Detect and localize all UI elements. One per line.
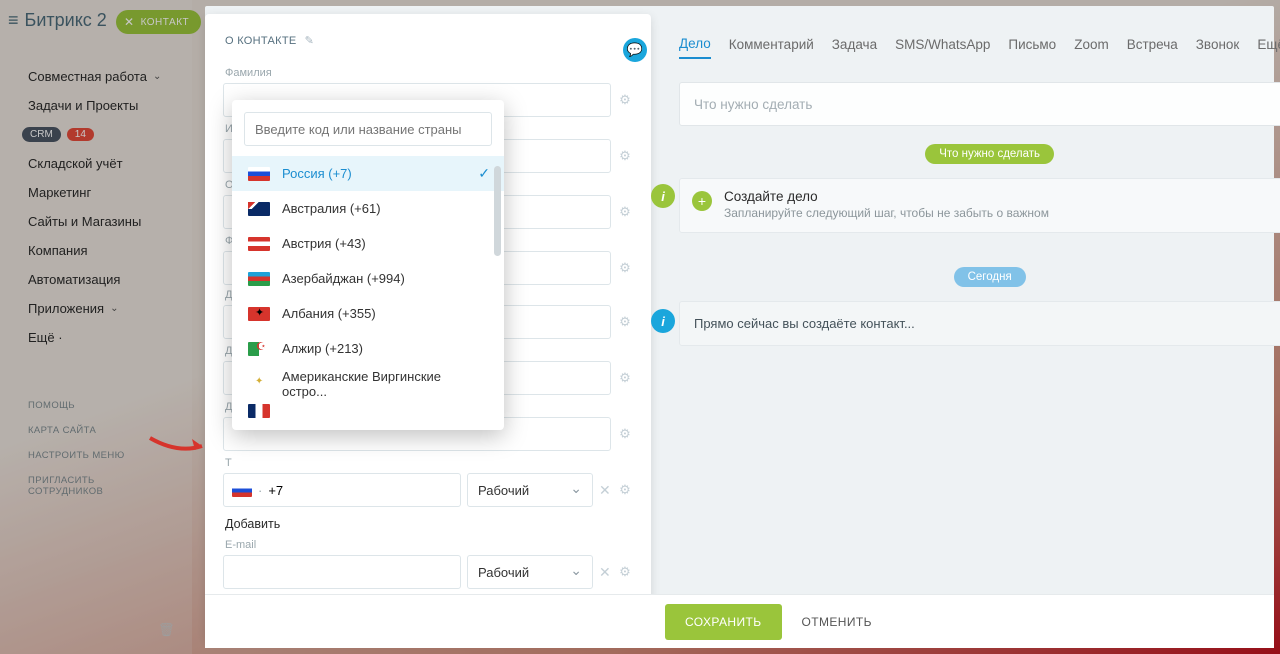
country-search-input[interactable] bbox=[244, 112, 492, 146]
phone-input[interactable] bbox=[268, 483, 452, 498]
country-item[interactable] bbox=[232, 401, 504, 423]
chip-today: Сегодня bbox=[954, 267, 1026, 287]
phone-type-select[interactable]: Рабочий bbox=[467, 473, 593, 507]
field-settings-icon[interactable]: ⚙ bbox=[617, 148, 633, 164]
check-icon: ✓ bbox=[478, 165, 490, 182]
timeline-tab[interactable]: Дело bbox=[679, 36, 711, 59]
timeline-tab-more[interactable]: Ещё⌄ bbox=[1257, 36, 1280, 58]
flag-icon bbox=[248, 307, 270, 321]
field-settings-icon[interactable]: ⚙ bbox=[617, 370, 633, 386]
field-settings-icon[interactable]: ⚙ bbox=[617, 426, 633, 442]
info-icon: i bbox=[651, 184, 675, 208]
field-settings-icon[interactable]: ⚙ bbox=[617, 314, 633, 330]
field-settings-icon[interactable]: ⚙ bbox=[617, 92, 633, 108]
timeline-panel: 💬 ДелоКомментарийЗадачаSMS/WhatsAppПисьм… bbox=[651, 6, 1280, 648]
country-dropdown: Россия (+7)✓Австралия (+61)Австрия (+43)… bbox=[232, 100, 504, 430]
field-settings-icon[interactable]: ⚙ bbox=[617, 204, 633, 220]
country-item[interactable]: Азербайджан (+994) bbox=[232, 261, 504, 296]
field-settings-icon[interactable]: ⚙ bbox=[617, 564, 633, 580]
flag-icon bbox=[248, 377, 270, 391]
country-item[interactable]: Россия (+7)✓ bbox=[232, 156, 504, 191]
email-input[interactable] bbox=[223, 555, 461, 589]
chip-todo: Что нужно сделать bbox=[925, 144, 1054, 164]
speech-bubble-icon[interactable]: 💬 bbox=[623, 38, 647, 62]
field-settings-icon[interactable]: ⚙ bbox=[617, 482, 633, 498]
country-item[interactable]: Австрия (+43) bbox=[232, 226, 504, 261]
flag-icon bbox=[248, 167, 270, 181]
label-lastname: Фамилия bbox=[225, 67, 633, 79]
phone-flag-icon[interactable] bbox=[232, 484, 252, 497]
now-card: Прямо сейчас вы создаёте контакт... bbox=[679, 301, 1280, 346]
remove-email-icon[interactable]: ✕ bbox=[599, 564, 611, 581]
country-item[interactable]: Австралия (+61) bbox=[232, 191, 504, 226]
flag-icon bbox=[248, 404, 270, 418]
remove-phone-icon[interactable]: ✕ bbox=[599, 482, 611, 499]
phone-input-wrap: · bbox=[223, 473, 461, 507]
timeline-tab[interactable]: Комментарий bbox=[729, 37, 814, 58]
edit-section-icon[interactable]: ✎ bbox=[305, 34, 315, 47]
country-item[interactable]: Американские Виргинские остро... bbox=[232, 366, 504, 401]
flag-icon bbox=[248, 342, 270, 356]
add-phone-link[interactable]: Добавить bbox=[225, 517, 633, 531]
timeline-tab[interactable]: Задача bbox=[832, 37, 877, 58]
timeline-tab[interactable]: Звонок bbox=[1196, 37, 1240, 58]
info-icon: i bbox=[651, 309, 675, 333]
phone-separator: · bbox=[258, 483, 262, 498]
country-item[interactable]: Алжир (+213) bbox=[232, 331, 504, 366]
create-task-card[interactable]: + Создайте дело Запланируйте следующий ш… bbox=[679, 178, 1280, 233]
flag-icon bbox=[248, 272, 270, 286]
timeline-tab[interactable]: Письмо bbox=[1008, 37, 1056, 58]
flag-icon bbox=[248, 237, 270, 251]
footer-bar: СОХРАНИТЬ ОТМЕНИТЬ bbox=[205, 594, 1274, 648]
scrollbar[interactable] bbox=[494, 166, 501, 256]
section-title: О КОНТАКТЕ bbox=[225, 35, 297, 47]
arrow-annotation bbox=[148, 432, 208, 460]
field-settings-icon[interactable]: ⚙ bbox=[617, 260, 633, 276]
task-subtitle: Запланируйте следующий шаг, чтобы не заб… bbox=[724, 206, 1280, 220]
timeline-tab[interactable]: Встреча bbox=[1127, 37, 1178, 58]
task-title: Создайте дело bbox=[724, 189, 1280, 204]
cancel-button[interactable]: ОТМЕНИТЬ bbox=[802, 615, 872, 629]
timeline-tab[interactable]: SMS/WhatsApp bbox=[895, 37, 990, 58]
timeline-tab[interactable]: Zoom bbox=[1074, 37, 1109, 58]
email-type-select[interactable]: Рабочий bbox=[467, 555, 593, 589]
timeline-tabs: Дело Комментарий Задача SMS/WhatsApp Письмо Z… bbox=[679, 32, 1280, 62]
label-email: E-mail bbox=[225, 539, 633, 551]
plus-icon[interactable]: + bbox=[692, 191, 712, 211]
country-item[interactable]: Албания (+355) bbox=[232, 296, 504, 331]
save-button[interactable]: СОХРАНИТЬ bbox=[665, 604, 782, 640]
flag-icon bbox=[248, 202, 270, 216]
todo-input[interactable]: Что нужно сделать bbox=[679, 82, 1280, 126]
